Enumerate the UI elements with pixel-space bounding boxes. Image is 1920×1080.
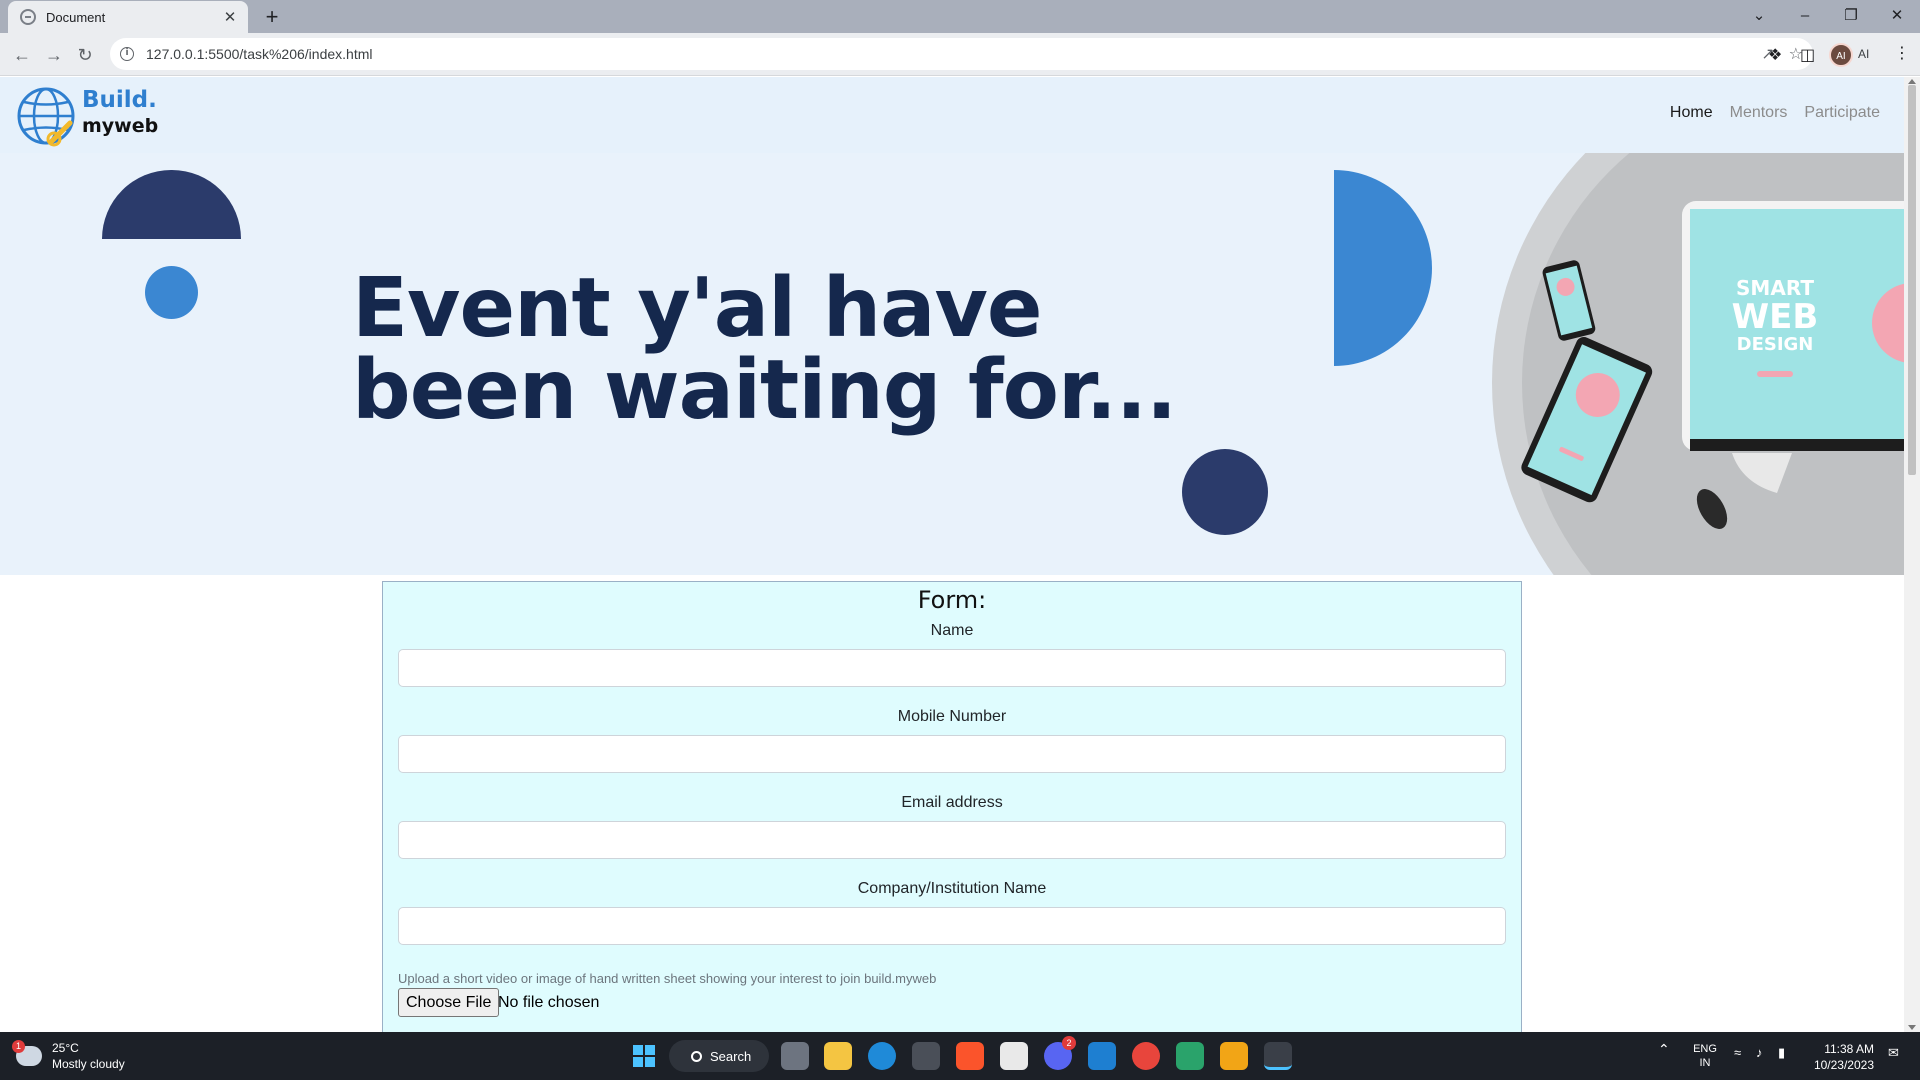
navy-dot-shape <box>1182 449 1268 535</box>
unity-hub-icon[interactable] <box>912 1042 940 1070</box>
weather-temp: 25°C <box>52 1041 79 1055</box>
reload-icon[interactable]: ↻ <box>71 41 99 69</box>
browser-tab-strip: Document ✕ + ⌄ – ❐ ✕ <box>0 0 1920 33</box>
lang-line-1: ENG <box>1693 1043 1717 1055</box>
company-input[interactable] <box>398 907 1506 945</box>
taskbar-search[interactable]: Search <box>669 1040 769 1072</box>
cloud-icon: 1 <box>12 1040 42 1066</box>
vscode-icon[interactable] <box>1088 1042 1116 1070</box>
task-view-icon[interactable] <box>781 1042 809 1070</box>
restore-button[interactable]: ❐ <box>1828 0 1874 33</box>
page-viewport: Build. myweb Home Mentors Participate Ev… <box>0 77 1904 1032</box>
url-text[interactable]: 127.0.0.1:5500/task%206/index.html <box>146 46 373 62</box>
nav-mentors-link[interactable]: Mentors <box>1730 104 1788 122</box>
site-navbar: Build. myweb Home Mentors Participate <box>0 77 1904 153</box>
logo-line-myweb: myweb <box>82 115 159 137</box>
language-indicator[interactable]: ENG IN <box>1691 1042 1719 1070</box>
name-label: Name <box>930 622 974 639</box>
battery-icon[interactable]: ▮ <box>1778 1046 1785 1060</box>
gift-app-icon[interactable] <box>1176 1042 1204 1070</box>
side-panel-icon[interactable]: ◫ <box>1800 45 1815 65</box>
upload-note: Upload a short video or image of hand wr… <box>398 971 937 986</box>
microsoft-store-icon[interactable] <box>1000 1042 1028 1070</box>
minimize-button[interactable]: – <box>1782 0 1828 33</box>
wifi-icon[interactable]: ≈ <box>1734 1046 1741 1060</box>
site-info-icon[interactable]: i <box>120 47 134 61</box>
system-clock[interactable]: 11:38 AM 10/23/2023 <box>1812 1041 1874 1073</box>
scrollbar-thumb[interactable] <box>1908 85 1916 475</box>
blue-half-circle-shape <box>1334 170 1432 366</box>
scroll-down-arrow-icon[interactable] <box>1908 1025 1916 1030</box>
hero-section: Event y'al have been waiting for... SMAR… <box>0 153 1904 575</box>
browser-menu-icon[interactable]: ⋮ <box>1894 43 1910 63</box>
windows-taskbar: 1 25°C Mostly cloudy Search 2 ⌃ ENG IN ≈… <box>0 1032 1920 1080</box>
address-bar[interactable]: i 127.0.0.1:5500/task%206/index.html ↗ ☆ <box>110 38 1813 70</box>
clock-date: 10/23/2023 <box>1813 1058 1874 1072</box>
page-scrollbar[interactable] <box>1904 77 1920 1032</box>
chrome-profile-active-icon[interactable] <box>1264 1042 1292 1070</box>
name-input[interactable] <box>398 649 1506 687</box>
navy-half-circle-shape <box>102 170 241 239</box>
mobile-number-input[interactable] <box>398 735 1506 773</box>
clock-time: 11:38 AM <box>1824 1042 1874 1056</box>
registration-form: Form: Name Mobile Number Email address C… <box>382 581 1522 1032</box>
show-hidden-icons-chevron-icon[interactable]: ⌃ <box>1658 1042 1670 1056</box>
new-tab-button[interactable]: + <box>258 3 286 31</box>
nav-participate-link[interactable]: Participate <box>1804 104 1880 122</box>
tab-title: Document <box>46 9 106 25</box>
windows-start-icon[interactable] <box>630 1042 658 1070</box>
snipping-tool-icon[interactable] <box>1220 1042 1248 1070</box>
discord-badge: 2 <box>1062 1036 1076 1050</box>
tab-search-icon[interactable]: ⌄ <box>1736 0 1782 33</box>
profile-label[interactable]: AI <box>1858 47 1869 61</box>
edge-browser-icon[interactable] <box>868 1042 896 1070</box>
headline-line-2: been waiting for... <box>352 343 1177 438</box>
search-label: Search <box>710 1048 752 1064</box>
brave-browser-icon[interactable] <box>956 1042 984 1070</box>
back-arrow-icon[interactable]: ← <box>8 41 36 69</box>
weather-badge: 1 <box>12 1040 25 1053</box>
search-icon <box>691 1050 702 1062</box>
browser-tab[interactable]: Document ✕ <box>8 1 248 33</box>
nav-links: Home Mentors Participate <box>1670 104 1880 122</box>
mockup-text-web: WEB <box>1732 297 1819 337</box>
company-label: Company/Institution Name <box>857 880 1047 897</box>
profile-avatar[interactable]: AI <box>1829 43 1853 67</box>
lang-line-2: IN <box>1699 1057 1711 1069</box>
email-label: Email address <box>901 794 1003 811</box>
chrome-icon[interactable] <box>1132 1042 1160 1070</box>
browser-toolbar: ← → ↻ i 127.0.0.1:5500/task%206/index.ht… <box>0 33 1920 76</box>
discord-icon[interactable]: 2 <box>1044 1036 1076 1070</box>
form-title: Form: <box>917 586 987 614</box>
file-status: No file chosen <box>498 994 600 1011</box>
notification-bell-icon[interactable]: ✉ <box>1888 1046 1899 1060</box>
email-input[interactable] <box>398 821 1506 859</box>
blue-dot-shape <box>145 266 198 319</box>
volume-icon[interactable]: ♪ <box>1756 1046 1763 1060</box>
extensions-puzzle-icon[interactable]: ❖ <box>1768 45 1782 65</box>
devices-mockup-image: SMART WEB DESIGN <box>1492 153 1904 575</box>
weather-desc: Mostly cloudy <box>52 1057 125 1071</box>
weather-widget[interactable]: 1 25°C Mostly cloudy <box>12 1040 125 1072</box>
scroll-up-arrow-icon[interactable] <box>1908 79 1916 84</box>
choose-file-button[interactable]: Choose File <box>398 988 500 1017</box>
logo-wordmark[interactable]: Build. myweb <box>82 87 158 139</box>
close-window-button[interactable]: ✕ <box>1874 0 1920 33</box>
tab-close-icon[interactable]: ✕ <box>222 8 238 26</box>
file-explorer-icon[interactable] <box>824 1042 852 1070</box>
nav-home-link[interactable]: Home <box>1670 104 1713 122</box>
mobile-number-label: Mobile Number <box>897 708 1007 725</box>
logo-line-build: Build. <box>82 87 157 113</box>
headline-line-1: Event y'al have <box>352 261 1043 356</box>
hero-headline: Event y'al have been waiting for... <box>352 268 1252 432</box>
mockup-text-design: DESIGN <box>1737 334 1814 355</box>
forward-arrow-icon[interactable]: → <box>40 41 68 69</box>
globe-favicon-icon <box>20 9 36 25</box>
